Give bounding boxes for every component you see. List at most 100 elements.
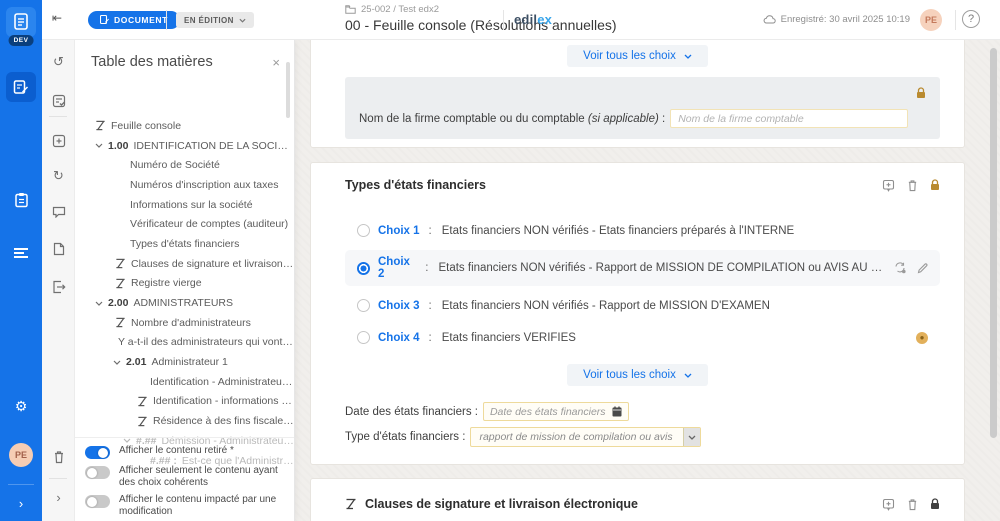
toggle-label: Afficher seulement le contenu ayant des … [119,465,284,488]
sidebar-avatar[interactable]: PE [9,443,33,467]
clipboard-icon [14,192,29,208]
toc-toggle[interactable]: Afficher seulement le contenu ayant des … [85,465,284,488]
radio-button[interactable] [357,331,370,344]
trash-icon[interactable] [907,179,918,192]
radio-button[interactable] [357,262,370,275]
comment-icon[interactable] [42,203,75,221]
edit-pencil-icon[interactable] [917,263,928,274]
toc-item[interactable]: Vérificateur de comptes (auditeur) [75,214,294,234]
help-button[interactable]: ? [962,10,980,28]
choice-row[interactable]: Choix 1 : États financiers NON vérifiés … [345,218,940,243]
firm-field-label: Nom de la firme comptable ou du comptabl… [359,113,665,125]
nav-templates[interactable] [6,185,36,215]
clause-icon [95,120,106,131]
toggle-switch[interactable] [85,495,110,508]
toc-item[interactable]: Numéros d'inscription aux taxes [75,175,294,195]
toggle-switch[interactable] [85,466,110,479]
toc-item[interactable]: Numéro de Société [75,155,294,175]
toc-item[interactable]: Feuille console [75,116,294,136]
swap-choice-icon[interactable] [894,262,907,274]
nav-document-editor[interactable] [6,72,36,102]
toc-scrollbar-thumb[interactable] [286,62,290,118]
choice-text: États financiers NON vérifiés - Rapport … [438,262,886,274]
toc-item[interactable]: Types d'états financiers [75,234,294,254]
choice-text: États financiers VÉRIFIÉS [442,332,908,344]
list-icon [13,247,29,259]
toc-item[interactable]: Informations sur la société [75,195,294,215]
toc-item[interactable]: 2.00 ADMINISTRATEURS [75,293,294,313]
chevron-down-icon[interactable] [95,143,103,148]
history-icon[interactable]: ↺ [42,54,75,70]
primary-sidebar: DEV ⚙ PE › [0,0,42,521]
toc-item[interactable]: 2.01 Administrateur 1 [75,352,294,372]
toc-toggle[interactable]: Afficher le contenu impacté par une modi… [85,494,284,517]
financial-date-input[interactable]: Date des états financiers [483,402,629,421]
export-document-icon[interactable] [42,278,75,296]
toc-item-number: 2.01 [126,356,146,368]
topbar-divider [503,10,504,30]
nav-list[interactable] [6,238,36,268]
folder-icon [345,5,356,14]
toc-item-label: Numéro de Société [130,159,220,171]
choice-separator: : [429,225,432,237]
trash-icon[interactable] [907,498,918,511]
toc-toggle[interactable]: Afficher le contenu retiré * [85,445,284,459]
toc-item[interactable]: Nombre d'administrateurs [75,313,294,333]
secondary-expand-chevron[interactable]: › [42,490,75,505]
sync-icon[interactable]: ↻ [42,168,75,184]
lock-icon[interactable] [930,179,940,191]
choice-name: Choix 1 [378,225,420,237]
toc-item-number: 2.00 [108,297,128,309]
toc-item-number: 1.00 [108,140,128,152]
clock-badge-icon[interactable]: ● [916,332,928,344]
choice-row[interactable]: Choix 3 : États financiers NON vérifiés … [345,293,940,318]
edition-status-dropdown[interactable]: EN ÉDITION [176,12,254,28]
app-logo[interactable]: DEV [0,0,42,44]
radio-button[interactable] [357,299,370,312]
document-icon[interactable] [42,240,75,258]
dev-badge: DEV [9,35,34,46]
save-status: Enregistré: 30 avril 2025 10:19 [763,14,910,25]
toggle-label: Afficher le contenu impacté par une modi… [119,494,284,517]
toc-item[interactable]: Clauses de signature et livraison électr… [75,254,294,274]
close-icon[interactable]: × [272,55,280,70]
breadcrumb[interactable]: 25-002 / Test edx2 [361,4,439,15]
settings-gear-icon[interactable]: ⚙ [0,398,42,415]
radio-button[interactable] [357,224,370,237]
choice-row[interactable]: Choix 4 : États financiers VÉRIFIÉS ● [345,325,940,350]
toc-item[interactable]: Y a-t-il des administrateurs qui vont dé… [75,333,294,353]
firm-name-input[interactable] [670,109,908,128]
cloud-icon [763,15,776,24]
add-comment-icon[interactable] [882,179,895,192]
toc-item[interactable]: 1.00 IDENTIFICATION DE LA SOCIÉTÉ [75,136,294,156]
document-check-icon[interactable] [42,92,75,110]
lock-icon[interactable] [916,87,926,101]
chevron-down-icon[interactable] [113,360,121,365]
see-all-choices-top-button[interactable]: Voir tous les choix [567,45,708,67]
secondary-sidebar-divider [49,116,67,117]
secondary-sidebar-divider [49,478,67,479]
user-avatar[interactable]: PE [920,9,942,31]
sidebar-expand-chevron[interactable]: › [0,496,42,511]
chevron-down-icon[interactable] [95,301,103,306]
choice-row[interactable]: Choix 2 : États financiers NON vérifiés … [345,250,940,286]
trash-icon[interactable] [42,448,75,466]
toc-item[interactable]: Identification - informations à décl... [75,392,294,412]
collapse-panel-icon[interactable]: ⇤ [52,11,62,25]
save-status-text: Enregistré: 30 avril 2025 10:19 [781,14,910,25]
financial-type-select[interactable]: rapport de mission de compilation ou avi… [470,427,700,447]
lock-icon[interactable] [930,498,940,510]
add-square-icon[interactable] [42,132,75,150]
toc-item[interactable]: Identification - Administrateur 1 [75,372,294,392]
firm-field-box: Nom de la firme comptable ou du comptabl… [345,77,940,139]
toc-item[interactable]: Registre vierge [75,274,294,294]
toggle-switch[interactable] [85,446,110,459]
toc-item-label: Registre vierge [131,277,202,289]
toc-item[interactable]: Résidence à des fins fiscales - Adm... [75,411,294,431]
see-all-choices-button[interactable]: Voir tous les choix [567,364,708,386]
main-scrollbar-thumb[interactable] [990,48,997,438]
add-comment-icon[interactable] [882,498,895,511]
brand-logo[interactable]: edilex [514,12,552,27]
clause-icon [115,317,126,328]
choice-separator: : [425,262,428,274]
